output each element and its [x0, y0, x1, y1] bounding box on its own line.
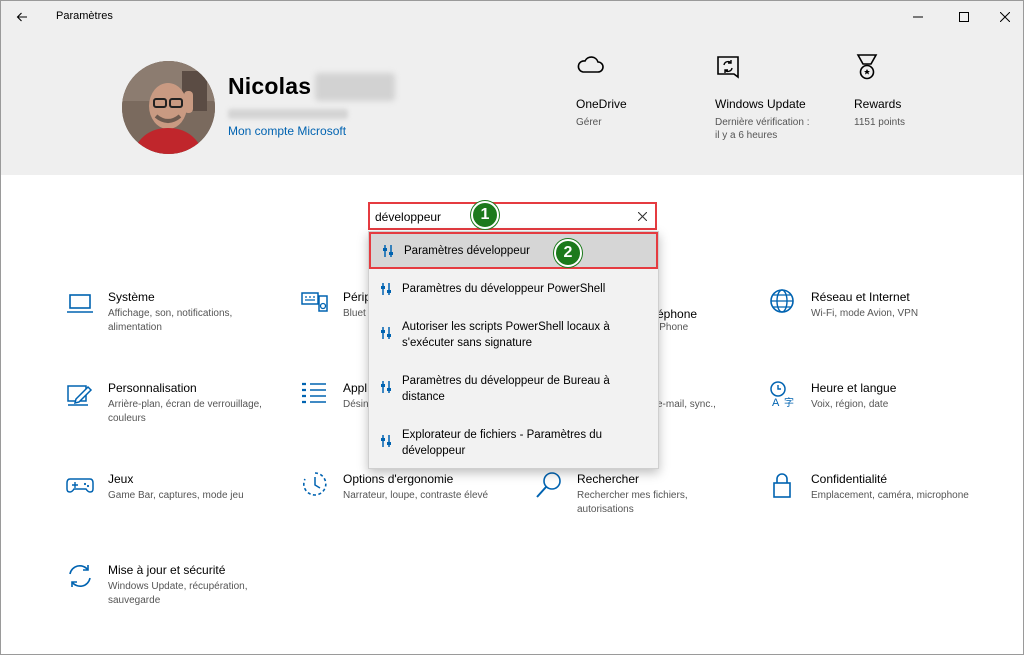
tile-title: Réseau et Internet	[811, 290, 910, 304]
apps-list-icon	[302, 382, 326, 404]
arrow-left-icon	[16, 12, 27, 22]
tile-title: Jeux	[108, 472, 134, 486]
cloud-icon	[577, 56, 604, 73]
step-badge-2: 2	[554, 239, 582, 267]
lock-icon	[773, 473, 791, 498]
suggestion-label: Paramètres du développeur de Bureau à di…	[402, 375, 610, 403]
tile-title: Heure et langue	[811, 381, 897, 395]
search-suggestions: Paramètres développeur Paramètres du dév…	[368, 231, 659, 469]
tile-subtitle: Emplacement, caméra, microphone	[811, 490, 969, 501]
windows-update-title: Windows Update	[715, 97, 806, 111]
suggestion-label: Autoriser les scripts PowerShell locaux …	[402, 321, 610, 349]
title-bar: Paramètres	[1, 1, 1023, 33]
developer-tools-icon	[381, 435, 391, 447]
developer-tools-icon	[381, 283, 391, 295]
developer-tools-icon	[383, 245, 393, 257]
avatar[interactable]	[122, 61, 215, 154]
rewards-item[interactable]: Rewards 1151 points	[854, 53, 964, 129]
suggestion-item[interactable]: Autoriser les scripts PowerShell locaux …	[369, 311, 658, 355]
suggestion-item[interactable]: Paramètres du développeur de Bureau à di…	[369, 365, 658, 409]
tile-subtitle: Voix, région, date	[811, 399, 889, 410]
search-box	[368, 202, 657, 230]
tile-subtitle: Windows Update, récupération, sauvegarde	[108, 581, 248, 606]
close-icon	[637, 211, 647, 221]
close-button[interactable]	[987, 1, 1023, 33]
profile-name: Nicolas	[228, 73, 312, 99]
tile-title: Appl	[343, 381, 368, 395]
keyboard-speaker-icon	[301, 292, 328, 312]
search-input[interactable]	[375, 208, 625, 225]
developer-tools-icon	[381, 381, 391, 393]
tile-subtitle: Affichage, son, notifications, alimentat…	[108, 308, 233, 333]
windows-update-item[interactable]: Windows Update Dernière vérification : i…	[715, 53, 815, 142]
settings-window: Paramètres Nicolas Mon compte Microsoft …	[0, 0, 1024, 655]
search-icon	[536, 472, 561, 498]
tile-title: Mise à jour et sécurité	[108, 563, 226, 577]
rewards-title: Rewards	[854, 97, 902, 111]
suggestion-item[interactable]: Explorateur de fichiers - Paramètres du …	[369, 419, 658, 463]
avatar-photo	[122, 61, 215, 154]
laptop-icon	[67, 294, 93, 313]
maximize-icon	[959, 12, 969, 22]
window-title: Paramètres	[56, 10, 113, 22]
clear-search-button[interactable]	[635, 209, 649, 223]
windows-update-subtitle: Dernière vérification : il y a 6 heures	[715, 117, 810, 141]
blurred-surname	[315, 73, 395, 101]
gamepad-icon	[66, 478, 94, 493]
paint-pen-icon	[67, 385, 93, 406]
tile-title: éphone	[657, 307, 698, 321]
svg-text:A: A	[772, 397, 780, 408]
tile-subtitle: Rechercher mes fichiers, autorisations	[577, 490, 688, 515]
tile-title: Confidentialité	[811, 472, 888, 486]
globe-icon	[770, 289, 794, 313]
time-language-icon: A字	[770, 381, 794, 408]
tile-title: Système	[108, 290, 155, 304]
onedrive-item[interactable]: OneDrive Gérer	[576, 53, 686, 129]
suggestion-label: Paramètres du développeur PowerShell	[402, 283, 606, 295]
tile-subtitle: Wi-Fi, mode Avion, VPN	[811, 308, 919, 319]
close-icon	[1000, 12, 1010, 22]
onedrive-subtitle: Gérer	[576, 117, 602, 128]
sync-icon	[69, 565, 91, 587]
ease-of-access-icon	[303, 472, 327, 496]
tile-subtitle: Narrateur, loupe, contraste élevé	[343, 490, 489, 501]
developer-tools-icon	[381, 327, 391, 339]
onedrive-title: OneDrive	[576, 97, 627, 111]
suggestion-item[interactable]: Paramètres développeur	[369, 232, 658, 269]
tile-title: Périp	[343, 290, 372, 304]
windows-update-icon	[717, 56, 739, 79]
rewards-subtitle: 1151 points	[854, 117, 905, 128]
tile-title: Rechercher	[577, 472, 640, 486]
suggestion-label: Explorateur de fichiers - Paramètres du …	[402, 429, 603, 457]
medal-icon	[856, 54, 878, 80]
suggestion-item[interactable]: Paramètres du développeur PowerShell	[369, 273, 658, 305]
back-button[interactable]	[7, 3, 37, 31]
maximize-button[interactable]	[941, 1, 987, 33]
svg-text:字: 字	[784, 396, 794, 408]
tile-title: Personnalisation	[108, 381, 197, 395]
minimize-button[interactable]	[895, 1, 941, 33]
tile-title: Options d'ergonomie	[343, 472, 454, 486]
tile-subtitle: Game Bar, captures, mode jeu	[108, 490, 244, 501]
tile-subtitle: iPhone	[657, 322, 689, 333]
minimize-icon	[913, 16, 923, 18]
suggestion-label: Paramètres développeur	[404, 245, 530, 257]
account-header: Nicolas Mon compte Microsoft OneDrive Gé…	[1, 33, 1023, 175]
tile-subtitle: Arrière-plan, écran de verrouillage, cou…	[108, 399, 262, 424]
microsoft-account-link[interactable]: Mon compte Microsoft	[228, 124, 346, 138]
blurred-email	[228, 109, 348, 119]
step-badge-1: 1	[471, 201, 499, 229]
